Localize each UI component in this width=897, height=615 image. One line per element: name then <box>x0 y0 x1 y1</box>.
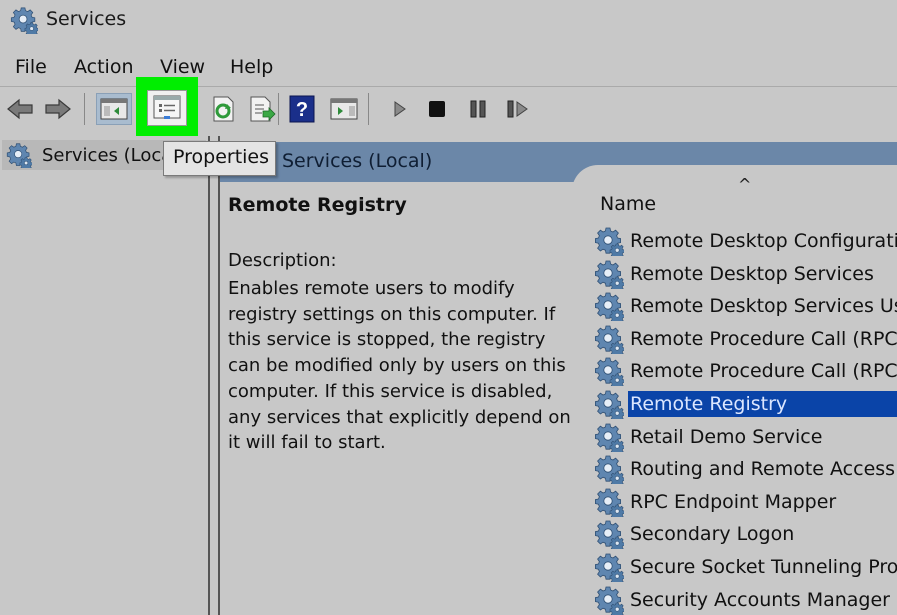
start-service-button[interactable] <box>384 93 416 125</box>
stop-icon <box>429 101 445 117</box>
gear-icon <box>594 259 624 289</box>
arrow-left-icon <box>7 98 33 120</box>
menu-view[interactable]: View <box>160 56 205 78</box>
play-icon <box>394 101 406 117</box>
pane-splitter[interactable] <box>208 136 220 615</box>
service-row[interactable]: RPC Endpoint Mapper <box>594 486 897 518</box>
description-pane: Remote Registry Description: Enables rem… <box>220 182 580 615</box>
gear-icon <box>594 291 624 321</box>
help-button[interactable]: ? <box>286 93 318 125</box>
title-bar: Services <box>0 0 897 42</box>
help-icon: ? <box>289 95 315 123</box>
back-button[interactable] <box>4 93 36 125</box>
gear-icon <box>594 454 624 484</box>
service-row[interactable]: Remote Registry <box>594 388 897 420</box>
gear-icon <box>594 585 624 615</box>
service-row-name: Secondary Logon <box>630 523 795 546</box>
menu-action[interactable]: Action <box>74 56 134 78</box>
service-row[interactable]: Remote Procedure Call (RPC)... <box>594 355 897 387</box>
service-row-name: Remote Procedure Call (RPC) <box>630 327 897 350</box>
properties-icon <box>153 95 181 119</box>
refresh-icon <box>213 96 234 122</box>
service-row[interactable]: Remote Desktop Services Us... <box>594 290 897 322</box>
gear-icon <box>594 552 624 582</box>
window-title: Services <box>46 8 127 30</box>
forward-button[interactable] <box>42 93 74 125</box>
gear-icon <box>594 422 624 452</box>
restart-service-button[interactable] <box>502 93 534 125</box>
service-row-name: Secure Socket Tunneling Pro... <box>630 556 897 578</box>
services-list: ^ Name Remote Desktop Configurati... Remo… <box>572 165 897 615</box>
arrow-right-icon <box>45 98 71 120</box>
properties-tooltip: Properties <box>163 141 276 176</box>
service-row-name: Remote Procedure Call (RPC)... <box>630 360 897 383</box>
service-row-name: RPC Endpoint Mapper <box>630 490 837 513</box>
gear-icon <box>594 519 624 549</box>
service-row-name: Security Accounts Manager <box>630 588 890 611</box>
service-row[interactable]: Secure Socket Tunneling Pro... <box>594 551 897 583</box>
properties-button[interactable] <box>147 90 187 126</box>
toolbar-separator <box>278 93 279 125</box>
pause-service-button[interactable] <box>462 93 494 125</box>
service-row[interactable]: Retail Demo Service <box>594 421 897 453</box>
service-row-name: Remote Desktop Services Us... <box>630 295 897 318</box>
toolbar-separator <box>368 93 369 125</box>
menu-bar: File Action View Help <box>0 52 897 84</box>
service-row[interactable]: Remote Desktop Configurati... <box>594 225 897 257</box>
console-tree: Services (Local) <box>0 136 208 615</box>
stop-service-button[interactable] <box>421 93 453 125</box>
service-row[interactable]: Remote Procedure Call (RPC) <box>594 323 897 355</box>
sort-ascending-icon: ^ <box>738 175 752 194</box>
action-pane-icon <box>330 98 358 120</box>
results-header-title: Services (Local) <box>282 150 433 172</box>
gear-icon <box>594 324 624 354</box>
gear-icon <box>594 356 624 386</box>
service-row-name: Routing and Remote Access <box>630 458 896 481</box>
service-row-name: Remote Desktop Configurati... <box>630 230 897 252</box>
service-row[interactable]: Routing and Remote Access <box>594 453 897 485</box>
gear-icon <box>594 389 624 419</box>
menu-file[interactable]: File <box>15 56 47 78</box>
description-text: Enables remote users to modify registry … <box>228 278 571 454</box>
service-row[interactable]: Security Accounts Manager <box>594 584 897 615</box>
gear-icon <box>10 6 38 34</box>
column-header-name[interactable]: Name <box>600 193 656 215</box>
console-tree-icon <box>100 98 128 120</box>
service-row-name: Remote Desktop Services <box>630 262 874 285</box>
service-row[interactable]: Secondary Logon <box>594 518 897 550</box>
pause-icon <box>470 100 486 118</box>
refresh-button[interactable] <box>208 93 240 125</box>
gear-icon <box>594 226 624 256</box>
service-row-name: Retail Demo Service <box>630 425 823 448</box>
toolbar: ? <box>0 86 897 130</box>
action-pane-button[interactable] <box>328 93 360 125</box>
service-row[interactable]: Remote Desktop Services <box>594 258 897 290</box>
gear-icon <box>594 487 624 517</box>
export-list-button[interactable] <box>246 93 278 125</box>
toolbar-separator <box>84 93 85 125</box>
service-row-name: Remote Registry <box>628 391 897 417</box>
gear-icon <box>6 142 32 168</box>
console-tree-button[interactable] <box>96 93 132 125</box>
description-label: Description: <box>228 250 337 271</box>
svg-text:?: ? <box>296 99 308 121</box>
service-name-heading: Remote Registry <box>228 194 407 216</box>
restart-icon <box>507 100 528 118</box>
menu-help[interactable]: Help <box>230 56 273 78</box>
export-list-icon <box>250 96 276 122</box>
